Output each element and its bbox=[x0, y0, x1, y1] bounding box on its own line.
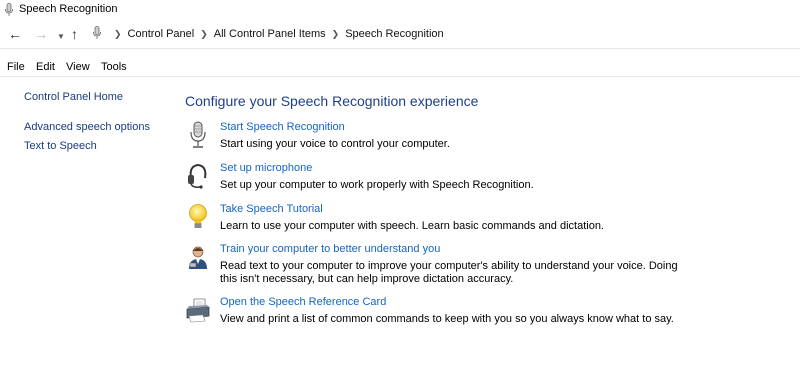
address-bar: ← → ▼ ↑ ❯ Control Panel ❯ All Control Pa… bbox=[0, 22, 800, 49]
task-description: Read text to your computer to improve yo… bbox=[220, 260, 678, 285]
chevron-right-icon[interactable]: ❯ bbox=[332, 29, 340, 40]
page-title: Configure your Speech Recognition experi… bbox=[185, 93, 479, 109]
user-training-icon bbox=[189, 246, 207, 269]
start-speech-recognition-link[interactable]: Start Speech Recognition bbox=[220, 121, 345, 133]
window-title: Speech Recognition bbox=[19, 3, 118, 15]
microphone-icon bbox=[5, 3, 13, 16]
take-speech-tutorial-link[interactable]: Take Speech Tutorial bbox=[220, 203, 323, 215]
task-description: Start using your voice to control your c… bbox=[220, 138, 450, 150]
set-up-microphone-link[interactable]: Set up microphone bbox=[220, 162, 312, 174]
menu-tools[interactable]: Tools bbox=[101, 61, 127, 73]
train-computer-link[interactable]: Train your computer to better understand… bbox=[220, 243, 440, 255]
up-arrow-icon[interactable]: ↑ bbox=[71, 27, 78, 41]
menu-bar: File Edit View Tools bbox=[0, 56, 800, 77]
title-bar: Speech Recognition bbox=[0, 0, 800, 20]
breadcrumb-control-panel[interactable]: Control Panel bbox=[128, 28, 195, 40]
task-description: View and print a list of common commands… bbox=[220, 313, 674, 325]
menu-file[interactable]: File bbox=[7, 61, 25, 73]
microphone-icon bbox=[93, 26, 101, 39]
chevron-right-icon[interactable]: ❯ bbox=[114, 29, 122, 40]
text-to-speech-link[interactable]: Text to Speech bbox=[24, 140, 97, 152]
breadcrumb: ❯ Control Panel ❯ All Control Panel Item… bbox=[92, 26, 444, 40]
menu-edit[interactable]: Edit bbox=[36, 61, 55, 73]
task-description: Learn to use your computer with speech. … bbox=[220, 220, 604, 232]
forward-arrow-icon[interactable]: → bbox=[34, 27, 48, 41]
menu-view[interactable]: View bbox=[66, 61, 90, 73]
task-description: Set up your computer to work properly wi… bbox=[220, 179, 534, 191]
advanced-speech-options-link[interactable]: Advanced speech options bbox=[24, 121, 150, 133]
lightbulb-icon bbox=[189, 204, 207, 228]
back-arrow-icon[interactable]: ← bbox=[8, 27, 22, 41]
printer-icon bbox=[186, 298, 210, 323]
breadcrumb-speech-recognition[interactable]: Speech Recognition bbox=[345, 28, 443, 40]
recent-locations-chevron-icon[interactable]: ▼ bbox=[57, 30, 65, 44]
breadcrumb-all-items[interactable]: All Control Panel Items bbox=[214, 28, 326, 40]
headset-icon bbox=[188, 163, 207, 189]
open-reference-card-link[interactable]: Open the Speech Reference Card bbox=[220, 296, 386, 308]
chevron-right-icon[interactable]: ❯ bbox=[200, 29, 208, 40]
control-panel-home-link[interactable]: Control Panel Home bbox=[24, 91, 123, 103]
microphone-icon bbox=[190, 121, 206, 148]
